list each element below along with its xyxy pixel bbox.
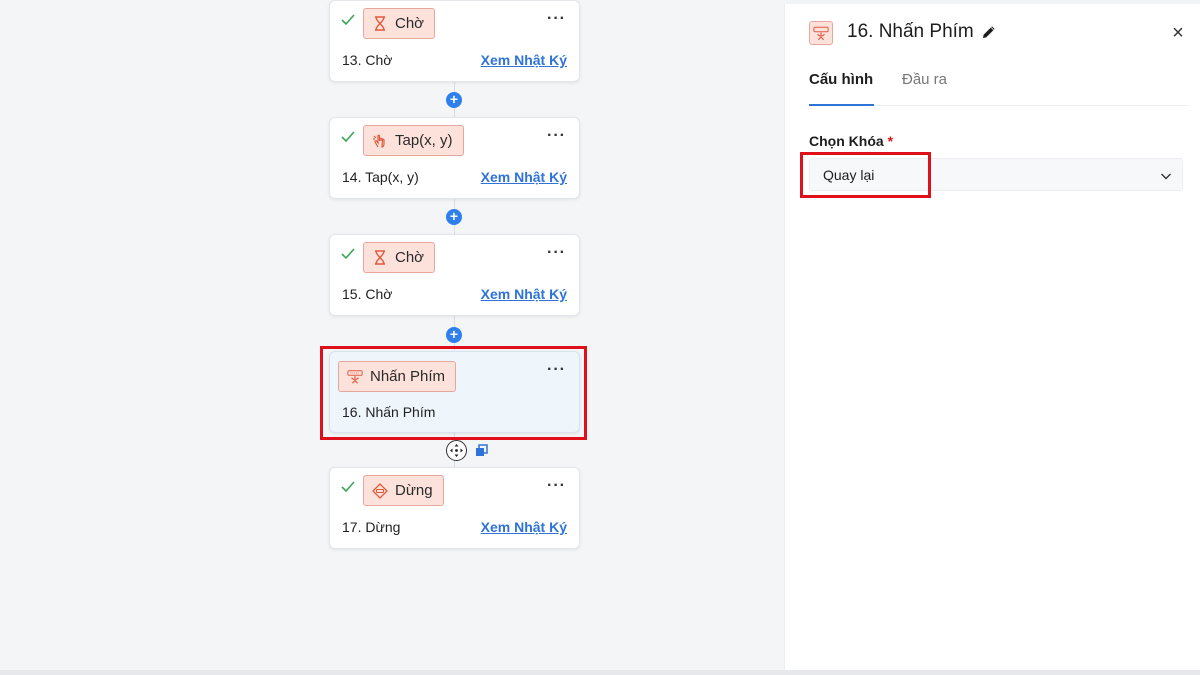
hourglass-icon bbox=[372, 16, 388, 32]
node-config-panel: 16. Nhấn Phím × Cấu hình Đầu ra Chọn Khó… bbox=[784, 4, 1200, 675]
close-icon[interactable]: × bbox=[1170, 23, 1186, 43]
key-press-icon bbox=[809, 21, 833, 45]
workflow-node-14[interactable]: Tap(x, y) ··· 14. Tap(x, y) Xem Nhật Ký bbox=[329, 117, 580, 199]
node-title: 15. Chờ bbox=[342, 286, 393, 302]
move-icon[interactable] bbox=[446, 440, 467, 461]
pencil-icon[interactable] bbox=[981, 24, 997, 40]
tab-output[interactable]: Đầu ra bbox=[902, 71, 947, 106]
tab-configuration[interactable]: Cấu hình bbox=[809, 71, 874, 106]
workflow-node-17[interactable]: Dừng ··· 17. Dừng Xem Nhật Ký bbox=[329, 467, 580, 549]
add-step-button[interactable]: + bbox=[446, 209, 462, 225]
node-menu-button[interactable]: ··· bbox=[547, 245, 566, 261]
node-type-badge: Chờ bbox=[363, 8, 436, 39]
workflow-node-15[interactable]: Chờ ··· 15. Chờ Xem Nhật Ký bbox=[329, 234, 580, 316]
node-menu-button[interactable]: ··· bbox=[547, 128, 566, 144]
add-step-button[interactable]: + bbox=[446, 92, 462, 108]
view-log-link[interactable]: Xem Nhật Ký bbox=[481, 169, 567, 185]
node-type-badge: Dừng bbox=[363, 475, 444, 506]
key-field-label-text: Chọn Khóa bbox=[809, 133, 884, 149]
key-field-label: Chọn Khóa * bbox=[809, 133, 893, 149]
node-title: 13. Chờ bbox=[342, 52, 393, 68]
workflow-node-13[interactable]: Chờ ··· 13. Chờ Xem Nhật Ký bbox=[329, 0, 580, 82]
node-highlight-box bbox=[320, 346, 587, 440]
workflow-canvas[interactable]: + + + Chờ ··· 13. Chờ Xem Nhật Ký Tap(x,… bbox=[0, 0, 784, 675]
node-badge-label: Dừng bbox=[395, 482, 433, 499]
duplicate-icon[interactable] bbox=[474, 444, 488, 458]
check-icon bbox=[341, 480, 355, 494]
field-highlight-box bbox=[800, 152, 931, 198]
node-badge-label: Chờ bbox=[395, 249, 425, 266]
node-type-badge: Tap(x, y) bbox=[363, 125, 464, 156]
node-title: 14. Tap(x, y) bbox=[342, 169, 419, 185]
node-badge-label: Tap(x, y) bbox=[395, 132, 453, 149]
required-mark: * bbox=[887, 133, 894, 149]
tap-hand-icon bbox=[372, 133, 388, 149]
node-menu-button[interactable]: ··· bbox=[547, 11, 566, 27]
node-type-badge: Chờ bbox=[363, 242, 436, 273]
stop-sign-icon bbox=[372, 482, 388, 499]
hourglass-icon bbox=[372, 250, 388, 266]
bottom-divider bbox=[0, 670, 1200, 675]
check-icon bbox=[341, 247, 355, 261]
panel-title: 16. Nhấn Phím bbox=[847, 21, 974, 42]
node-floating-tools bbox=[446, 440, 488, 461]
node-title: 17. Dừng bbox=[342, 519, 401, 535]
panel-tabs: Cấu hình Đầu ra bbox=[809, 68, 1189, 106]
view-log-link[interactable]: Xem Nhật Ký bbox=[481, 286, 567, 302]
view-log-link[interactable]: Xem Nhật Ký bbox=[481, 519, 567, 535]
add-step-button[interactable]: + bbox=[446, 327, 462, 343]
check-icon bbox=[341, 130, 355, 144]
view-log-link[interactable]: Xem Nhật Ký bbox=[481, 52, 567, 68]
chevron-down-icon bbox=[1160, 169, 1172, 181]
node-badge-label: Chờ bbox=[395, 15, 425, 32]
check-icon bbox=[341, 13, 355, 27]
node-menu-button[interactable]: ··· bbox=[547, 478, 566, 494]
